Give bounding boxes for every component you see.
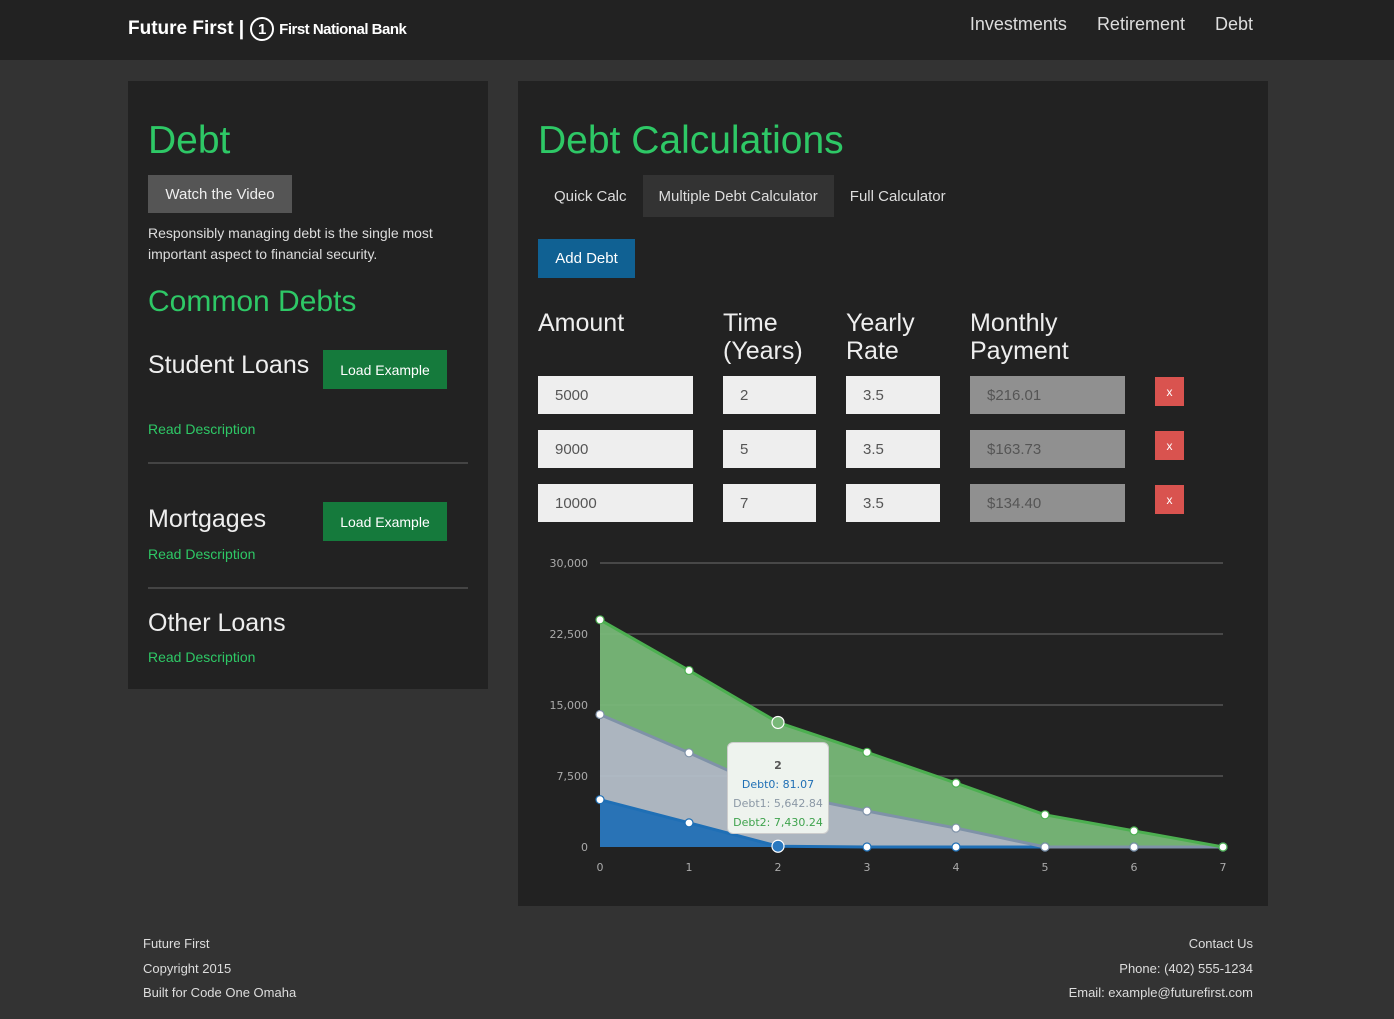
load-example-mortgages-button[interactable]: Load Example (323, 502, 447, 541)
point-debt1 (1129, 842, 1139, 852)
tooltip-debt2: Debt2: 7,430.24 (733, 816, 823, 829)
bank-logo-icon: 1 (250, 17, 275, 41)
y-tick-label: 30,000 (550, 557, 589, 570)
bank-logo-digit: 1 (258, 20, 267, 38)
point-debt2 (684, 665, 694, 676)
x-tick-label: 6 (1131, 861, 1138, 874)
time-input[interactable]: 2 (723, 376, 816, 414)
point-debt2 (862, 747, 872, 757)
y-tick-label: 15,000 (550, 699, 589, 712)
footer-credits: Built for Code One Omaha (143, 985, 297, 1000)
watch-video-button[interactable]: Watch the Video (148, 175, 292, 213)
monthly-payment-output: $134.40 (970, 484, 1125, 522)
debt-info-panel: Debt Watch the Video Responsibly managin… (128, 81, 488, 689)
footer-brand: Future First (143, 936, 210, 951)
student-loans-heading: Student Loans (148, 351, 310, 379)
x-tick-label: 5 (1042, 861, 1049, 874)
footer-right: Contact Us Phone: (402) 555-1234 Email: … (1069, 932, 1253, 1006)
y-tick-label: 0 (581, 841, 588, 854)
column-header-monthly-payment: Monthly Payment (970, 309, 1069, 365)
point-debt2 (951, 778, 961, 788)
read-description-student-loans-link[interactable]: Read Description (148, 421, 255, 437)
debt-balance-chart[interactable]: 0 7,500 15,000 22,500 30,000 0 1 2 3 4 5 6 7 (518, 541, 1268, 881)
point-debt2 (1129, 826, 1139, 836)
nav-links: Investments Retirement Debt (970, 14, 1253, 35)
tab-multiple-debt-calculator[interactable]: Multiple Debt Calculator (642, 175, 834, 217)
page-title: Debt (148, 119, 231, 162)
time-input[interactable]: 7 (723, 484, 816, 522)
y-tick-label: 22,500 (550, 628, 589, 641)
read-description-other-loans-link[interactable]: Read Description (148, 649, 255, 665)
rate-input[interactable]: 3.5 (846, 376, 940, 414)
point-debt0 (771, 839, 785, 853)
other-loans-heading: Other Loans (148, 609, 286, 637)
calculator-tabs: Quick Calc Multiple Debt Calculator Full… (538, 175, 962, 217)
monthly-payment-output: $216.01 (970, 376, 1125, 414)
add-debt-button[interactable]: Add Debt (538, 239, 635, 278)
point-debt2 (1218, 842, 1228, 852)
debt-calculations-panel: Debt Calculations Quick Calc Multiple De… (518, 81, 1268, 906)
point-debt1 (951, 823, 961, 833)
remove-debt-button[interactable]: x (1155, 431, 1184, 460)
x-tick-label: 2 (775, 861, 782, 874)
footer-copyright: Copyright 2015 (143, 960, 232, 976)
point-debt2 (1040, 810, 1050, 820)
load-example-student-loans-button[interactable]: Load Example (323, 350, 447, 389)
rate-input[interactable]: 3.5 (846, 430, 940, 468)
monthly-payment-output: $163.73 (970, 430, 1125, 468)
amount-input[interactable]: 5000 (538, 376, 693, 414)
point-debt2 (771, 715, 785, 730)
amount-input[interactable]: 9000 (538, 430, 693, 468)
column-header-rate: Yearly Rate (846, 309, 915, 365)
point-debt1 (684, 748, 694, 758)
y-tick-label: 7,500 (557, 770, 589, 783)
tooltip-debt0: Debt0: 81.07 (741, 778, 815, 791)
x-tick-label: 0 (597, 861, 604, 874)
amount-input[interactable]: 10000 (538, 484, 693, 522)
x-tick-label: 7 (1220, 861, 1227, 874)
tooltip-debt1: Debt1: 5,642.84 (733, 797, 823, 810)
calculations-title: Debt Calculations (538, 119, 844, 162)
point-debt0 (862, 842, 872, 852)
top-navbar: Future First | 1 First National Bank Inv… (0, 0, 1394, 60)
remove-debt-button[interactable]: x (1155, 485, 1184, 514)
nav-link-retirement[interactable]: Retirement (1097, 14, 1185, 35)
chart-tooltip: 2 Debt0: 81.07 Debt1: 5,642.84 Debt2: 7,… (727, 742, 829, 834)
divider (148, 462, 468, 464)
x-tick-label: 4 (953, 861, 960, 874)
x-tick-label: 1 (686, 861, 693, 874)
mortgages-heading: Mortgages (148, 505, 267, 533)
rate-input[interactable]: 3.5 (846, 484, 940, 522)
tooltip-title: 2 (774, 759, 782, 772)
footer-contact-heading: Contact Us (1188, 936, 1253, 951)
point-debt0 (684, 818, 694, 828)
point-debt0 (595, 795, 605, 805)
tab-full-calculator[interactable]: Full Calculator (834, 175, 962, 217)
point-debt1 (1040, 842, 1050, 852)
nav-link-debt[interactable]: Debt (1215, 14, 1253, 35)
bank-name: First National Bank (279, 20, 407, 38)
x-tick-label: 3 (864, 861, 871, 874)
read-description-mortgages-link[interactable]: Read Description (148, 546, 255, 562)
brand-name: Future First (128, 18, 234, 39)
point-debt1 (595, 709, 605, 720)
column-header-amount: Amount (538, 309, 625, 337)
point-debt0 (951, 842, 961, 852)
common-debts-heading: Common Debts (148, 285, 357, 318)
column-header-time: Time (Years) (723, 309, 803, 365)
time-input[interactable]: 5 (723, 430, 816, 468)
brand-separator: | (238, 17, 245, 40)
point-debt2 (595, 615, 605, 625)
point-debt1 (862, 806, 872, 816)
brand-logo[interactable]: Future First | 1 First National Bank (128, 16, 407, 42)
remove-debt-button[interactable]: x (1155, 377, 1184, 406)
footer-left: Future First Copyright 2015 Built for Co… (143, 932, 296, 1006)
footer-phone: Phone: (402) 555-1234 (1119, 960, 1253, 976)
footer-email[interactable]: Email: example@futurefirst.com (1069, 981, 1253, 1006)
debt-description: Responsibly managing debt is the single … (148, 225, 433, 262)
divider (148, 587, 468, 589)
tab-quick-calc[interactable]: Quick Calc (538, 175, 643, 217)
nav-link-investments[interactable]: Investments (970, 14, 1067, 35)
